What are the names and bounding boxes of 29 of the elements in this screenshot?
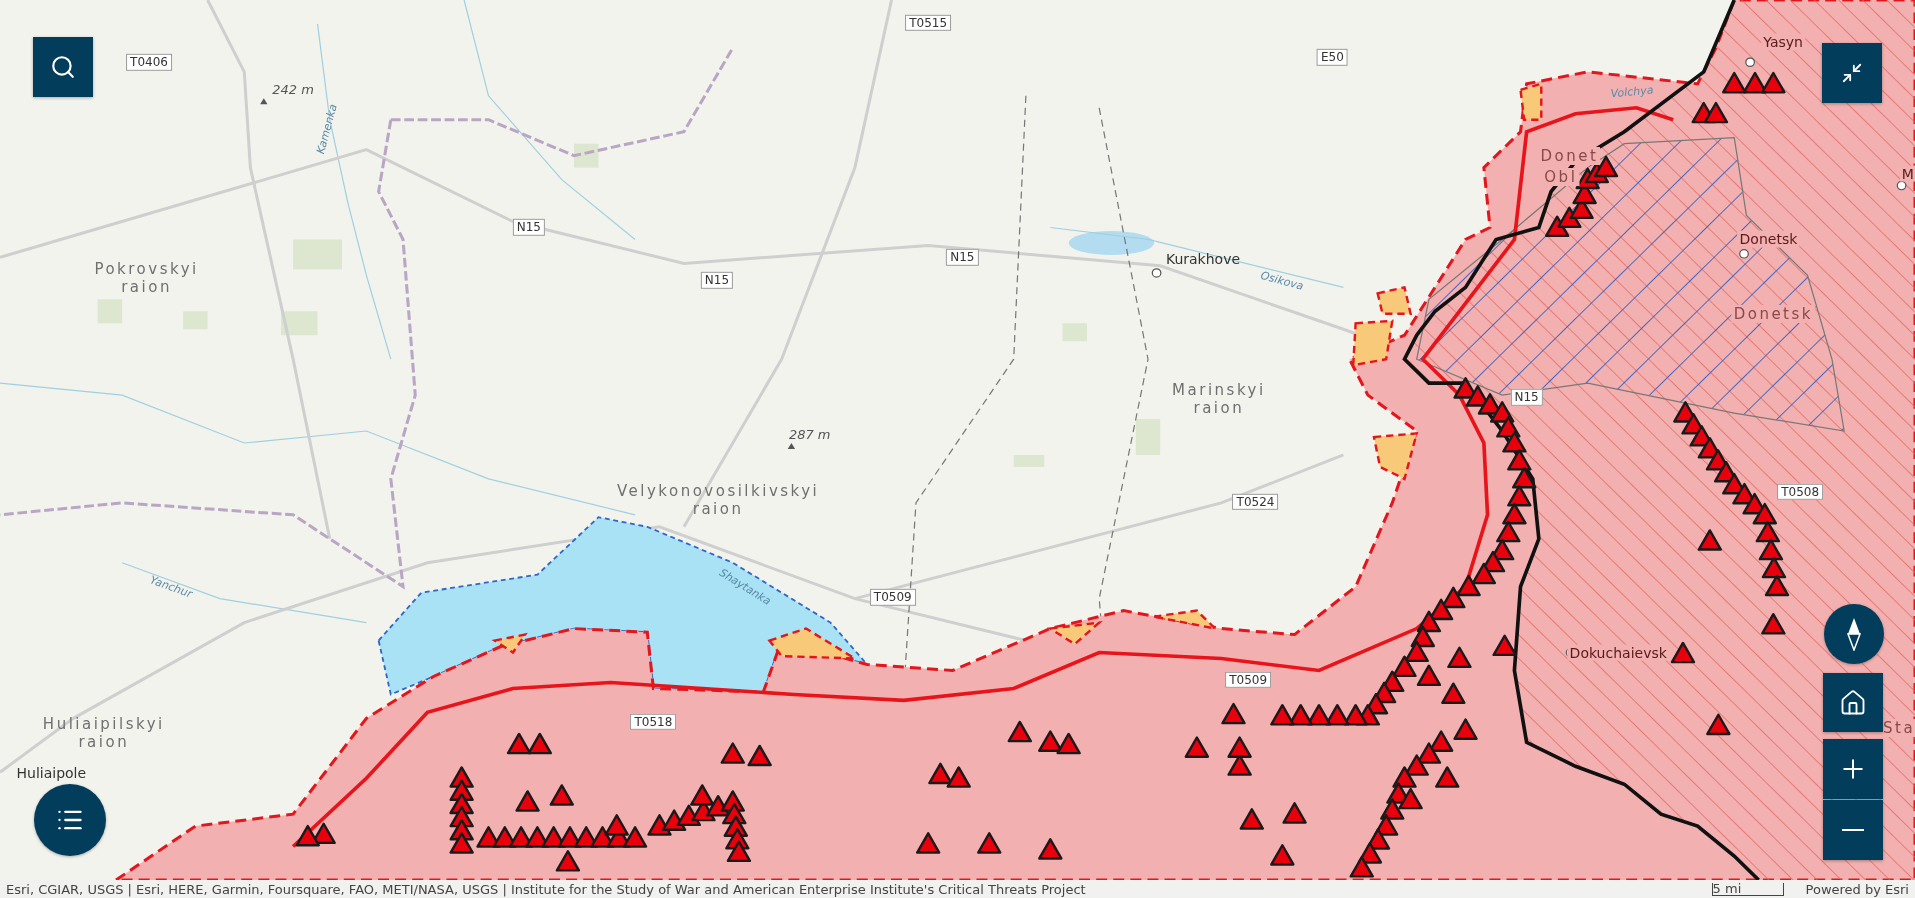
elevation-label: 242 m xyxy=(272,82,314,98)
powered-by-link[interactable]: Powered by Esri xyxy=(1793,881,1909,897)
attribution-text: Esri, CGIAR, USGS | Esri, HERE, Garmin, Foursquare, FAO, METI/NASA, USGS | Institute for the Study of War and American Enterprise Institute's Critical Threats Project xyxy=(6,881,1087,897)
region-label: Marinskyi raion xyxy=(1172,380,1266,417)
place-label: Yasyn xyxy=(1761,33,1805,51)
scale-bar: 5 mi xyxy=(1711,882,1784,896)
river-label: Volchya xyxy=(1609,83,1654,101)
region-label: Velykonovosilkivskyi raion xyxy=(616,482,820,519)
road-number-label: T0518 xyxy=(630,713,677,731)
road-number-label: N15 xyxy=(700,271,733,289)
road-number-label: T0509 xyxy=(1225,671,1272,689)
road-number-label: T0524 xyxy=(1232,493,1279,510)
road-number-label: E50 xyxy=(1317,49,1348,66)
road-number-label: T0406 xyxy=(126,54,172,71)
road-number-label: N15 xyxy=(1510,389,1543,406)
place-label: Dokuchaievsk xyxy=(1567,644,1669,661)
road-number-label: T0509 xyxy=(869,589,916,606)
place-label: M xyxy=(1899,165,1915,182)
road-number-label: T0515 xyxy=(905,14,952,31)
place-label: Huliaipole xyxy=(16,765,87,782)
region-label: Huliaipilskyi raion xyxy=(42,714,165,751)
region-label: Obl xyxy=(1542,168,1580,187)
place-label: Kurakhove xyxy=(1165,250,1241,267)
elevation-label: 287 m xyxy=(788,426,831,443)
road-number-label: T0508 xyxy=(1777,483,1824,501)
region-label: Pokrovskyi raion xyxy=(94,259,199,296)
road-number-label: N15 xyxy=(946,249,979,266)
place-label: Donetsk xyxy=(1737,231,1800,248)
road-number-label: N15 xyxy=(512,219,545,236)
